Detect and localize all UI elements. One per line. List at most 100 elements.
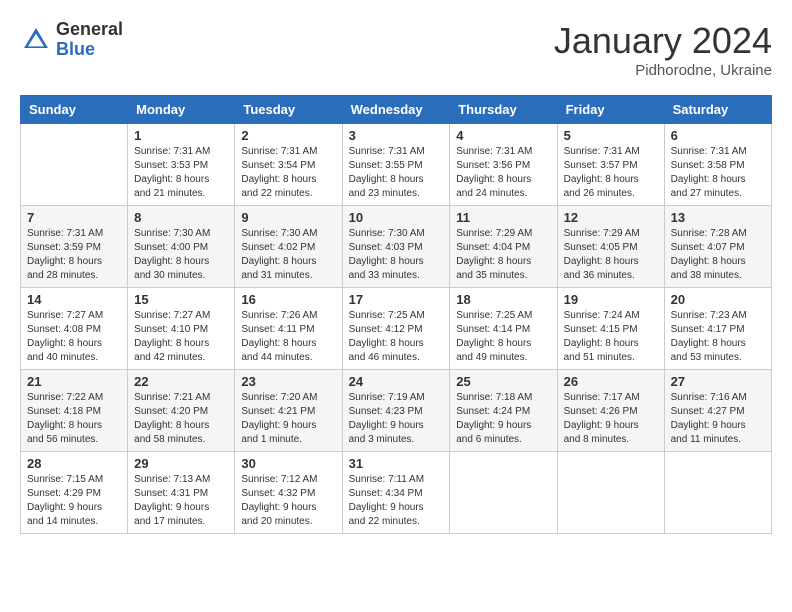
logo: General Blue: [20, 20, 123, 60]
calendar-table: SundayMondayTuesdayWednesdayThursdayFrid…: [20, 95, 772, 534]
day-info: Sunrise: 7:29 AM Sunset: 4:04 PM Dayligh…: [456, 227, 550, 283]
day-info: Sunrise: 7:15 AM Sunset: 4:29 PM Dayligh…: [27, 473, 121, 529]
day-info: Sunrise: 7:26 AM Sunset: 4:11 PM Dayligh…: [241, 309, 335, 365]
calendar-cell: 2Sunrise: 7:31 AM Sunset: 3:54 PM Daylig…: [235, 124, 342, 206]
day-info: Sunrise: 7:11 AM Sunset: 4:34 PM Dayligh…: [349, 473, 444, 529]
calendar-cell: [557, 452, 664, 534]
day-number: 7: [27, 210, 121, 225]
calendar-cell: 5 Sunrise: 7:31 AM Sunset: 3:57 PM Daylig…: [557, 124, 664, 206]
day-info: Sunrise: 7:30 AM Sunset: 4:02 PM Dayligh…: [241, 227, 335, 283]
day-number: 24: [349, 374, 444, 389]
calendar-cell: 10Sunrise: 7:30 AM Sunset: 4:03 PM Dayli…: [342, 206, 450, 288]
calendar-cell: 9 Sunrise: 7:30 AM Sunset: 4:02 PM Daylig…: [235, 206, 342, 288]
day-info: Sunrise: 7:18 AM Sunset: 4:24 PM Dayligh…: [456, 391, 550, 447]
page-header: General Blue January 2024 Pidhorodne, Uk…: [20, 20, 772, 79]
day-number: 8: [134, 210, 228, 225]
day-info: Sunrise: 7:25 AM Sunset: 4:14 PM Dayligh…: [456, 309, 550, 365]
weekday-header-tuesday: Tuesday: [235, 96, 342, 124]
calendar-cell: 18 Sunrise: 7:25 AM Sunset: 4:14 PM Dayli…: [450, 288, 557, 370]
calendar-cell: 7 Sunrise: 7:31 AM Sunset: 3:59 PM Daylig…: [21, 206, 128, 288]
day-number: 17: [349, 292, 444, 307]
day-info: Sunrise: 7:31 AM Sunset: 3:53 PM Dayligh…: [134, 145, 228, 201]
day-info: Sunrise: 7:31 AM Sunset: 3:56 PM Dayligh…: [456, 145, 550, 201]
calendar-cell: 12 Sunrise: 7:29 AM Sunset: 4:05 PM Dayli…: [557, 206, 664, 288]
calendar-cell: 28 Sunrise: 7:15 AM Sunset: 4:29 PM Dayli…: [21, 452, 128, 534]
day-info: Sunrise: 7:28 AM Sunset: 4:07 PM Dayligh…: [671, 227, 765, 283]
weekday-header-sunday: Sunday: [21, 96, 128, 124]
weekday-header-monday: Monday: [128, 96, 235, 124]
day-info: Sunrise: 7:27 AM Sunset: 4:08 PM Dayligh…: [27, 309, 121, 365]
day-info: Sunrise: 7:27 AM Sunset: 4:10 PM Dayligh…: [134, 309, 228, 365]
calendar-cell: 4Sunrise: 7:31 AM Sunset: 3:56 PM Daylig…: [450, 124, 557, 206]
calendar-cell: [21, 124, 128, 206]
logo-blue-text: Blue: [56, 40, 123, 60]
calendar-cell: 8Sunrise: 7:30 AM Sunset: 4:00 PM Daylig…: [128, 206, 235, 288]
day-number: 10: [349, 210, 444, 225]
weekday-header-row: SundayMondayTuesdayWednesdayThursdayFrid…: [21, 96, 772, 124]
calendar-cell: 6 Sunrise: 7:31 AM Sunset: 3:58 PM Daylig…: [664, 124, 771, 206]
calendar-cell: 16 Sunrise: 7:26 AM Sunset: 4:11 PM Dayli…: [235, 288, 342, 370]
calendar-cell: 27Sunrise: 7:16 AM Sunset: 4:27 PM Dayli…: [664, 370, 771, 452]
week-row-1: 1 Sunrise: 7:31 AM Sunset: 3:53 PM Daylig…: [21, 124, 772, 206]
location-subtitle: Pidhorodne, Ukraine: [554, 62, 772, 79]
calendar-cell: 13 Sunrise: 7:28 AM Sunset: 4:07 PM Dayli…: [664, 206, 771, 288]
day-number: 26: [564, 374, 658, 389]
day-info: Sunrise: 7:31 AM Sunset: 3:58 PM Dayligh…: [671, 145, 765, 201]
calendar-cell: 30Sunrise: 7:12 AM Sunset: 4:32 PM Dayli…: [235, 452, 342, 534]
week-row-5: 28 Sunrise: 7:15 AM Sunset: 4:29 PM Dayli…: [21, 452, 772, 534]
day-info: Sunrise: 7:29 AM Sunset: 4:05 PM Dayligh…: [564, 227, 658, 283]
day-info: Sunrise: 7:31 AM Sunset: 3:59 PM Dayligh…: [27, 227, 121, 283]
calendar-cell: 29Sunrise: 7:13 AM Sunset: 4:31 PM Dayli…: [128, 452, 235, 534]
calendar-cell: 20Sunrise: 7:23 AM Sunset: 4:17 PM Dayli…: [664, 288, 771, 370]
day-number: 20: [671, 292, 765, 307]
day-number: 9: [241, 210, 335, 225]
day-number: 3: [349, 128, 444, 143]
day-info: Sunrise: 7:20 AM Sunset: 4:21 PM Dayligh…: [241, 391, 335, 447]
day-number: 2: [241, 128, 335, 143]
day-number: 25: [456, 374, 550, 389]
calendar-cell: 23 Sunrise: 7:20 AM Sunset: 4:21 PM Dayli…: [235, 370, 342, 452]
week-row-2: 7 Sunrise: 7:31 AM Sunset: 3:59 PM Daylig…: [21, 206, 772, 288]
day-info: Sunrise: 7:22 AM Sunset: 4:18 PM Dayligh…: [27, 391, 121, 447]
day-number: 13: [671, 210, 765, 225]
day-number: 22: [134, 374, 228, 389]
day-number: 1: [134, 128, 228, 143]
week-row-3: 14 Sunrise: 7:27 AM Sunset: 4:08 PM Dayli…: [21, 288, 772, 370]
day-info: Sunrise: 7:21 AM Sunset: 4:20 PM Dayligh…: [134, 391, 228, 447]
day-number: 31: [349, 456, 444, 471]
day-number: 14: [27, 292, 121, 307]
weekday-header-wednesday: Wednesday: [342, 96, 450, 124]
calendar-cell: 11Sunrise: 7:29 AM Sunset: 4:04 PM Dayli…: [450, 206, 557, 288]
day-number: 6: [671, 128, 765, 143]
logo-icon: [20, 24, 52, 56]
calendar-cell: 17Sunrise: 7:25 AM Sunset: 4:12 PM Dayli…: [342, 288, 450, 370]
day-number: 12: [564, 210, 658, 225]
week-row-4: 21Sunrise: 7:22 AM Sunset: 4:18 PM Dayli…: [21, 370, 772, 452]
day-number: 16: [241, 292, 335, 307]
day-number: 5: [564, 128, 658, 143]
calendar-cell: 3 Sunrise: 7:31 AM Sunset: 3:55 PM Daylig…: [342, 124, 450, 206]
calendar-cell: 19Sunrise: 7:24 AM Sunset: 4:15 PM Dayli…: [557, 288, 664, 370]
day-number: 15: [134, 292, 228, 307]
day-info: Sunrise: 7:31 AM Sunset: 3:55 PM Dayligh…: [349, 145, 444, 201]
day-info: Sunrise: 7:31 AM Sunset: 3:57 PM Dayligh…: [564, 145, 658, 201]
day-info: Sunrise: 7:19 AM Sunset: 4:23 PM Dayligh…: [349, 391, 444, 447]
day-info: Sunrise: 7:17 AM Sunset: 4:26 PM Dayligh…: [564, 391, 658, 447]
weekday-header-saturday: Saturday: [664, 96, 771, 124]
calendar-cell: 26 Sunrise: 7:17 AM Sunset: 4:26 PM Dayli…: [557, 370, 664, 452]
day-info: Sunrise: 7:16 AM Sunset: 4:27 PM Dayligh…: [671, 391, 765, 447]
calendar-cell: 21Sunrise: 7:22 AM Sunset: 4:18 PM Dayli…: [21, 370, 128, 452]
calendar-cell: [450, 452, 557, 534]
calendar-cell: [664, 452, 771, 534]
month-title: January 2024: [554, 20, 772, 62]
day-number: 23: [241, 374, 335, 389]
day-number: 18: [456, 292, 550, 307]
calendar-cell: 25 Sunrise: 7:18 AM Sunset: 4:24 PM Dayli…: [450, 370, 557, 452]
day-number: 28: [27, 456, 121, 471]
calendar-cell: 15 Sunrise: 7:27 AM Sunset: 4:10 PM Dayli…: [128, 288, 235, 370]
calendar-cell: 22 Sunrise: 7:21 AM Sunset: 4:20 PM Dayli…: [128, 370, 235, 452]
day-number: 19: [564, 292, 658, 307]
logo-general-text: General: [56, 20, 123, 40]
calendar-cell: 14 Sunrise: 7:27 AM Sunset: 4:08 PM Dayli…: [21, 288, 128, 370]
weekday-header-thursday: Thursday: [450, 96, 557, 124]
